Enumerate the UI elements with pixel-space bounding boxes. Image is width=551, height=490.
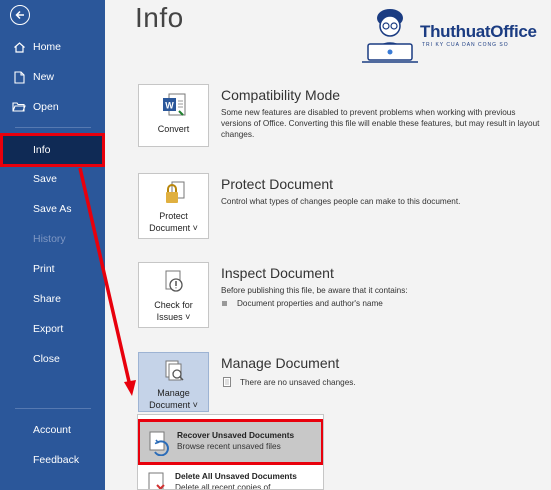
manage-document-button[interactable]: Manage Document ˅ bbox=[138, 352, 209, 412]
sidebar-item-label: Print bbox=[33, 263, 55, 275]
recover-subtitle: Browse recent unsaved files bbox=[177, 441, 281, 451]
sidebar-item-print[interactable]: Print bbox=[0, 254, 105, 284]
compatibility-mode-description: Some new features are disabled to preven… bbox=[221, 108, 540, 139]
inspect-bullet: Document properties and author's name bbox=[222, 299, 383, 308]
sidebar-item-label: Export bbox=[33, 323, 64, 335]
sidebar-item-close[interactable]: Close bbox=[0, 344, 105, 374]
back-arrow-icon[interactable] bbox=[10, 5, 30, 25]
sidebar-item-label: Home bbox=[33, 41, 62, 53]
lock-icon bbox=[165, 181, 184, 203]
delete-document-icon bbox=[148, 472, 165, 489]
sidebar-item-label: Account bbox=[33, 424, 71, 436]
sidebar-item-label: History bbox=[33, 233, 66, 245]
sidebar-item-label: Close bbox=[33, 353, 60, 365]
page-title: Info bbox=[135, 2, 184, 33]
backstage-sidebar: Home New Open Info Save Save As History … bbox=[0, 0, 105, 490]
bullet-icon bbox=[222, 301, 227, 306]
check-issues-label-2: Issues ˅ bbox=[156, 312, 191, 322]
logo-tagline: TRI KY CUA DAN CONG SO bbox=[422, 42, 509, 48]
home-icon bbox=[12, 40, 26, 54]
convert-label: Convert bbox=[157, 124, 190, 134]
protect-label-2: Document ˅ bbox=[149, 223, 198, 233]
sidebar-item-label: Open bbox=[33, 101, 59, 113]
manage-label-2: Document ˅ bbox=[149, 400, 198, 410]
delete-title: Delete All Unsaved Documents bbox=[175, 471, 297, 481]
sidebar-item-info[interactable]: Info bbox=[0, 133, 105, 167]
recover-title: Recover Unsaved Documents bbox=[177, 430, 295, 440]
check-issues-label: Check for bbox=[154, 300, 193, 310]
delete-all-unsaved-documents-item[interactable]: Delete All Unsaved Documents Delete all … bbox=[138, 463, 323, 490]
open-folder-icon bbox=[12, 100, 26, 114]
sidebar-item-label: Feedback bbox=[33, 454, 80, 466]
manage-document-title: Manage Document bbox=[221, 355, 340, 371]
sidebar-item-label: Info bbox=[33, 144, 51, 156]
compatibility-mode-title: Compatibility Mode bbox=[221, 87, 341, 103]
sidebar-item-new[interactable]: New bbox=[0, 62, 105, 92]
recover-document-icon bbox=[149, 431, 169, 456]
manage-status-text: There are no unsaved changes. bbox=[240, 377, 356, 387]
protect-document-description: Control what types of changes people can… bbox=[221, 197, 461, 206]
sidebar-divider bbox=[15, 127, 91, 128]
sidebar-item-history: History bbox=[0, 224, 105, 254]
svg-text:W: W bbox=[165, 101, 174, 111]
delete-subtitle: Delete all recent copies of bbox=[175, 482, 271, 490]
recover-unsaved-documents-item[interactable]: Recover Unsaved Documents Browse recent … bbox=[138, 419, 323, 465]
sidebar-item-home[interactable]: Home bbox=[0, 32, 105, 62]
sidebar-item-label: Save bbox=[33, 173, 57, 185]
protect-label: Protect bbox=[159, 211, 188, 221]
protect-document-button[interactable]: Protect Document ˅ bbox=[138, 173, 209, 239]
logo-name: ThuthuatOffice bbox=[420, 22, 537, 41]
sidebar-item-export[interactable]: Export bbox=[0, 314, 105, 344]
sidebar-item-open[interactable]: Open bbox=[0, 92, 105, 122]
sidebar-item-label: Share bbox=[33, 293, 62, 305]
sidebar-divider bbox=[15, 408, 91, 409]
check-for-issues-button[interactable]: Check for Issues ˅ bbox=[138, 262, 209, 328]
inspect-document-title: Inspect Document bbox=[221, 265, 334, 281]
sidebar-item-save-as[interactable]: Save As bbox=[0, 194, 105, 224]
inspect-document-description: Before publishing this file, be aware th… bbox=[221, 286, 408, 295]
word-convert-icon: W bbox=[162, 93, 185, 116]
manage-document-dropdown: Recover Unsaved Documents Browse recent … bbox=[137, 414, 324, 490]
manage-document-icon bbox=[165, 360, 184, 381]
sidebar-item-label: Save As bbox=[33, 203, 72, 215]
inspect-bullet-text: Document properties and author's name bbox=[237, 299, 383, 308]
sidebar-item-account[interactable]: Account bbox=[0, 415, 105, 445]
new-document-icon bbox=[12, 70, 26, 84]
manage-status: There are no unsaved changes. bbox=[222, 377, 356, 387]
sidebar-item-share[interactable]: Share bbox=[0, 284, 105, 314]
sidebar-item-save[interactable]: Save bbox=[0, 164, 105, 194]
protect-document-title: Protect Document bbox=[221, 176, 334, 192]
manage-label: Manage bbox=[157, 388, 190, 398]
sidebar-item-label: New bbox=[33, 71, 55, 83]
logo: ThuthuatOffice TRI KY CUA DAN CONG SO bbox=[360, 4, 550, 66]
convert-button[interactable]: W Convert bbox=[138, 84, 209, 147]
mascot-icon bbox=[362, 9, 418, 63]
sidebar-item-feedback[interactable]: Feedback bbox=[0, 445, 105, 475]
document-icon bbox=[223, 377, 231, 387]
inspect-icon bbox=[165, 270, 183, 292]
